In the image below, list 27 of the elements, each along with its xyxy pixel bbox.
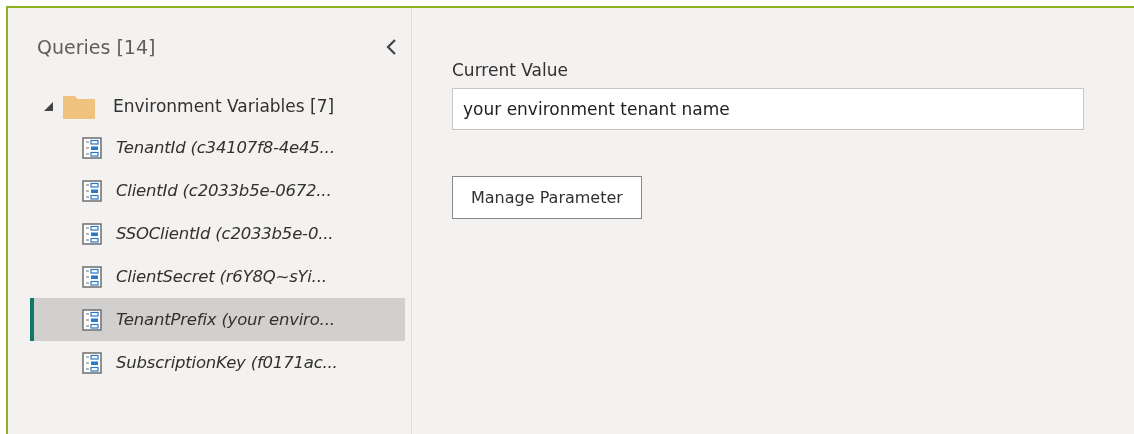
table-query-icon xyxy=(82,308,102,331)
current-value-label: Current Value xyxy=(452,60,568,80)
table-query-icon xyxy=(82,222,102,245)
group-label: Environment Variables [7] xyxy=(113,96,335,116)
query-item[interactable]: TenantPrefix (your enviro... xyxy=(30,298,405,341)
expanded-triangle-icon[interactable] xyxy=(44,101,53,111)
manage-parameter-button[interactable]: Manage Parameter xyxy=(452,176,642,219)
queries-title: Queries [14] xyxy=(37,36,156,58)
table-query-icon xyxy=(82,265,102,288)
collapse-chevron-icon[interactable] xyxy=(385,38,397,56)
query-label: TenantId (c34107f8-4e45... xyxy=(116,138,335,157)
query-item[interactable]: SSOClientId (c2033b5e-0... xyxy=(30,212,405,255)
query-label: ClientSecret (r6Y8Q~sYi... xyxy=(116,267,327,286)
query-label: SSOClientId (c2033b5e-0... xyxy=(116,224,334,243)
table-query-icon xyxy=(82,351,102,374)
query-group[interactable]: Environment Variables [7] xyxy=(30,86,405,126)
folder-icon xyxy=(63,93,95,119)
table-query-icon xyxy=(82,179,102,202)
query-item[interactable]: ClientId (c2033b5e-0672... xyxy=(30,169,405,212)
query-label: TenantPrefix (your enviro... xyxy=(116,310,335,329)
table-query-icon xyxy=(82,136,102,159)
query-item[interactable]: ClientSecret (r6Y8Q~sYi... xyxy=(30,255,405,298)
query-item[interactable]: TenantId (c34107f8-4e45... xyxy=(30,126,405,169)
current-value-field[interactable]: your environment tenant name xyxy=(452,88,1084,130)
query-label: SubscriptionKey (f0171ac... xyxy=(116,353,338,372)
query-item[interactable]: SubscriptionKey (f0171ac... xyxy=(30,341,405,384)
query-label: ClientId (c2033b5e-0672... xyxy=(116,181,332,200)
